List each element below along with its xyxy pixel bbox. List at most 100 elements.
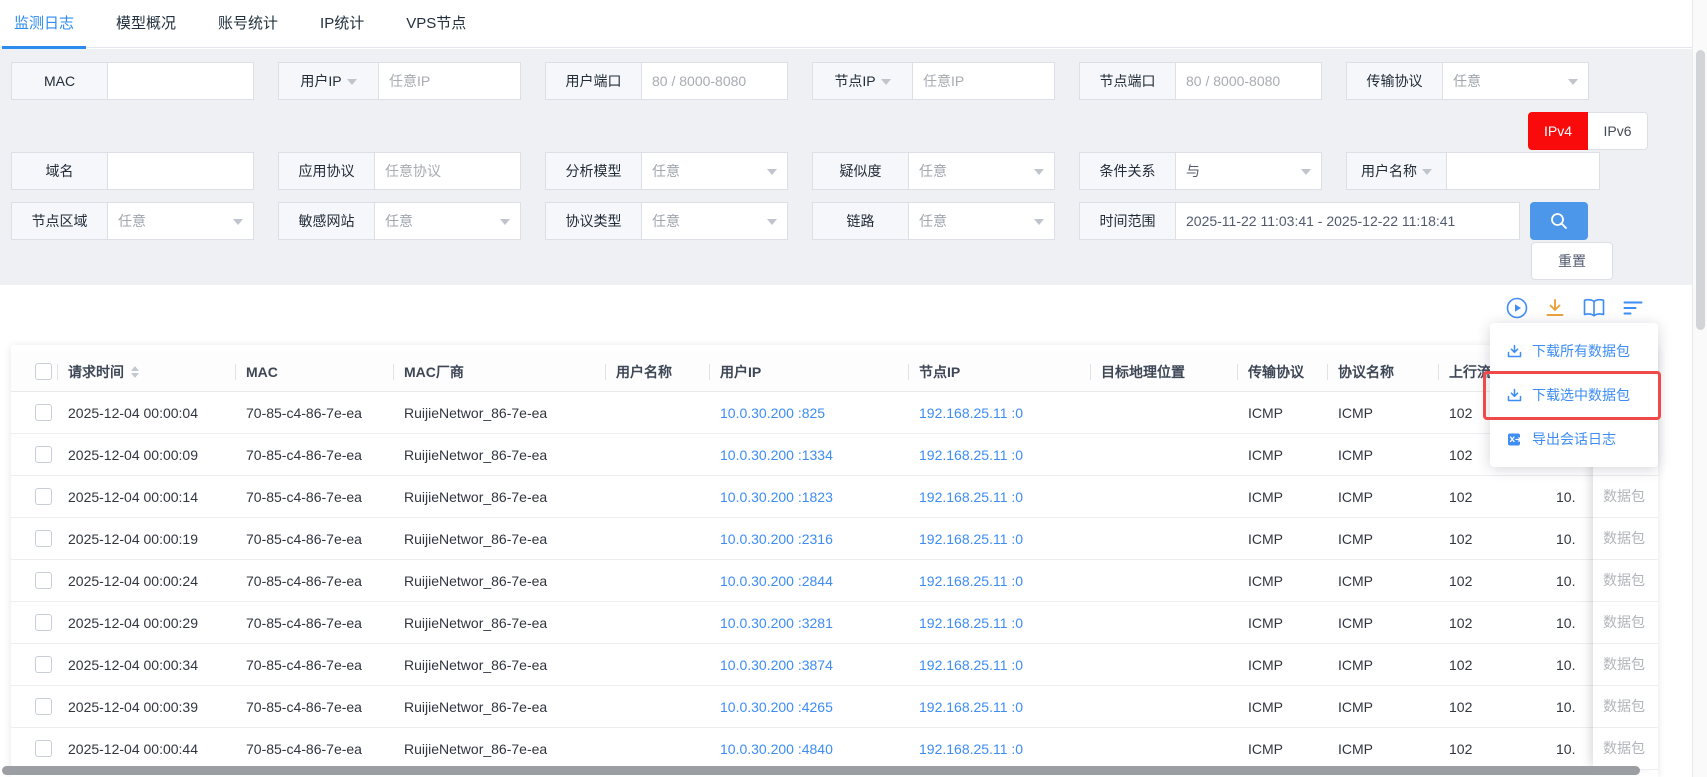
ip-link-cell[interactable]: 192.168.25.11 :0 <box>909 741 1091 757</box>
row-checkbox[interactable] <box>35 698 52 715</box>
ip-link-cell[interactable]: 10.0.30.200 :825 <box>710 405 909 421</box>
ip-link-cell[interactable]: 192.168.25.11 :0 <box>909 615 1091 631</box>
row-checkbox[interactable] <box>35 740 52 757</box>
ip-link-cell[interactable]: 10.0.30.200 :4840 <box>710 741 909 757</box>
table-cell: RuijieNetwor_86-7e-ea <box>394 489 606 505</box>
tab-account-stats[interactable]: 账号统计 <box>204 0 292 48</box>
ip-link-cell[interactable]: 10.0.30.200 :1334 <box>710 447 909 463</box>
table-cell: ICMP <box>1238 573 1328 589</box>
filter-suspicion-select[interactable]: 任意 <box>908 152 1055 190</box>
filter-link-label: 链路 <box>812 202 908 240</box>
table-cell: 70-85-c4-86-7e-ea <box>236 489 394 505</box>
ip-link-cell[interactable]: 192.168.25.11 :0 <box>909 657 1091 673</box>
horizontal-scrollbar-thumb[interactable] <box>2 766 1640 775</box>
select-all-checkbox[interactable] <box>35 363 52 380</box>
ip-link-cell[interactable]: 192.168.25.11 :0 <box>909 447 1091 463</box>
filter-user-ip-input[interactable] <box>378 62 521 100</box>
filter-username-input[interactable] <box>1446 152 1600 190</box>
packet-button[interactable]: 数据包 <box>1593 518 1658 560</box>
play-icon[interactable] <box>1505 296 1529 320</box>
tab-label: 模型概况 <box>116 15 176 32</box>
tab-ip-stats[interactable]: IP统计 <box>306 0 378 48</box>
vertical-scrollbar-thumb[interactable] <box>1696 50 1705 330</box>
ip-link-cell[interactable]: 10.0.30.200 :3281 <box>710 615 909 631</box>
row-checkbox[interactable] <box>35 656 52 673</box>
filter-user-port-label: 用户端口 <box>545 62 641 100</box>
filter-app-protocol-input[interactable] <box>374 152 521 190</box>
caret-down-icon <box>767 169 777 180</box>
filter-node-port: 节点端口 <box>1079 62 1322 100</box>
ip-link-cell[interactable]: 192.168.25.11 :0 <box>909 489 1091 505</box>
row-checkbox[interactable] <box>35 572 52 589</box>
table-cell: 102 <box>1439 489 1546 505</box>
caret-down-icon <box>881 79 891 90</box>
filter-sensitive-site-select[interactable]: 任意 <box>374 202 521 240</box>
search-icon <box>1548 210 1570 232</box>
row-checkbox[interactable] <box>35 530 52 547</box>
filter-username-label[interactable]: 用户名称 <box>1346 152 1446 190</box>
filter-analysis-model-select[interactable]: 任意 <box>641 152 788 190</box>
filter-transport-protocol-select[interactable]: 任意 <box>1442 62 1589 100</box>
ip-link-cell[interactable]: 192.168.25.11 :0 <box>909 531 1091 547</box>
packet-button[interactable]: 数据包 <box>1593 602 1658 644</box>
menu-item-download-all[interactable]: 下载所有数据包 <box>1490 329 1658 373</box>
packet-button[interactable]: 数据包 <box>1593 644 1658 686</box>
sort-caret-icon[interactable] <box>131 362 139 382</box>
ipv4-button[interactable]: IPv4 <box>1528 112 1588 150</box>
menu-item-label: 下载选中数据包 <box>1532 385 1630 405</box>
table-row: 2025-12-04 00:00:0970-85-c4-86-7e-eaRuij… <box>11 434 1658 476</box>
packet-button[interactable]: 数据包 <box>1593 728 1658 770</box>
column-header[interactable]: 请求时间 <box>58 352 236 391</box>
filter-time-range-input[interactable] <box>1175 202 1520 240</box>
filter-node-ip-input[interactable] <box>912 62 1055 100</box>
row-checkbox[interactable] <box>35 614 52 631</box>
menu-item-export-log[interactable]: 导出会话日志 <box>1490 417 1658 461</box>
filter-node-ip-label[interactable]: 节点IP <box>812 62 912 100</box>
filter-node-port-input[interactable] <box>1175 62 1322 100</box>
packet-button[interactable]: 数据包 <box>1593 560 1658 602</box>
vertical-scrollbar[interactable] <box>1692 0 1707 777</box>
ip-link-cell[interactable]: 10.0.30.200 :2316 <box>710 531 909 547</box>
row-checkbox-cell <box>11 698 58 715</box>
table-cell: 10. <box>1546 657 1593 673</box>
table-cell: 102 <box>1439 699 1546 715</box>
ipv6-button[interactable]: IPv6 <box>1588 112 1648 150</box>
filter-mac: MAC <box>11 62 254 100</box>
table-cell: RuijieNetwor_86-7e-ea <box>394 531 606 547</box>
ip-link-cell[interactable]: 192.168.25.11 :0 <box>909 573 1091 589</box>
tab-model-overview[interactable]: 模型概况 <box>102 0 190 48</box>
table-cell: RuijieNetwor_86-7e-ea <box>394 573 606 589</box>
filter-node-region-select[interactable]: 任意 <box>107 202 254 240</box>
row-checkbox[interactable] <box>35 488 52 505</box>
download-icon[interactable] <box>1543 296 1567 320</box>
tab-monitor-log[interactable]: 监测日志 <box>0 0 88 48</box>
ip-link-cell[interactable]: 192.168.25.11 :0 <box>909 405 1091 421</box>
ip-link-cell[interactable]: 10.0.30.200 :3874 <box>710 657 909 673</box>
menu-item-download-selected[interactable]: 下载选中数据包 <box>1490 373 1658 417</box>
ip-link-cell[interactable]: 10.0.30.200 :1823 <box>710 489 909 505</box>
filter-user-port-input[interactable] <box>641 62 788 100</box>
filter-protocol-type-select[interactable]: 任意 <box>641 202 788 240</box>
filter-domain-input[interactable] <box>107 152 254 190</box>
filter-link-select[interactable]: 任意 <box>908 202 1055 240</box>
ip-link-cell[interactable]: 10.0.30.200 :4265 <box>710 699 909 715</box>
table-cell: 2025-12-04 00:00:09 <box>58 447 236 463</box>
book-icon[interactable] <box>1581 296 1607 320</box>
filter-condition-relation-select[interactable]: 与 <box>1175 152 1322 190</box>
row-checkbox[interactable] <box>35 404 52 421</box>
reset-button[interactable]: 重置 <box>1531 242 1613 280</box>
filter-transport-protocol: 传输协议 任意 <box>1346 62 1589 100</box>
row-checkbox[interactable] <box>35 446 52 463</box>
search-button[interactable] <box>1530 202 1588 240</box>
table-cell: ICMP <box>1238 615 1328 631</box>
sort-icon[interactable] <box>1621 296 1645 320</box>
packet-button[interactable]: 数据包 <box>1593 686 1658 728</box>
tab-vps-nodes[interactable]: VPS节点 <box>392 0 480 48</box>
filter-mac-input[interactable] <box>107 62 254 100</box>
packet-button[interactable]: 数据包 <box>1593 476 1658 518</box>
filter-user-ip-label[interactable]: 用户IP <box>278 62 378 100</box>
ip-link-cell[interactable]: 10.0.30.200 :2844 <box>710 573 909 589</box>
download-menu: 下载所有数据包 下载选中数据包 导出会话日志 <box>1490 323 1658 467</box>
filter-node-region: 节点区域 任意 <box>11 202 254 240</box>
ip-link-cell[interactable]: 192.168.25.11 :0 <box>909 699 1091 715</box>
